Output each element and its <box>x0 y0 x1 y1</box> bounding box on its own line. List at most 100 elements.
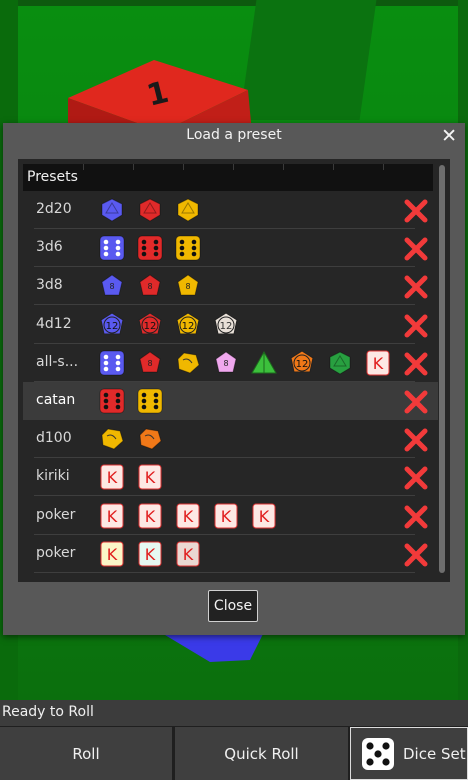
poker-die-icon: K <box>245 497 283 535</box>
delete-preset-button[interactable] <box>403 198 429 224</box>
poker-die-icon: K <box>131 497 169 535</box>
red-x-icon <box>404 237 428 261</box>
preset-row[interactable]: catan <box>23 382 438 420</box>
svg-text:8: 8 <box>223 359 228 368</box>
header-tick <box>133 164 134 170</box>
die-face-label: K <box>107 545 118 564</box>
preset-dice: KKK <box>93 535 207 573</box>
die-face-label: K <box>259 507 270 526</box>
d12-die-icon: 12 <box>207 306 245 344</box>
d12-die-icon: 12 <box>93 306 131 344</box>
preset-row[interactable]: kiriki K K <box>23 458 433 497</box>
preset-row[interactable]: all-s... 8 8 12 K <box>23 344 433 382</box>
die-face-label: 12 <box>182 321 195 332</box>
roll-button[interactable]: Roll <box>0 727 172 780</box>
preset-list-panel: Presets 2d20 3d6 3d8 8 8 8 4d12 12 12 12 12 all-s..… <box>18 159 450 582</box>
preset-row[interactable]: 4d12 12 12 12 12 <box>23 306 433 344</box>
die-face-label: K <box>107 468 118 487</box>
status-text: Ready to Roll <box>2 704 94 720</box>
quick-roll-button[interactable]: Quick Roll <box>175 727 348 780</box>
svg-text:8: 8 <box>147 282 152 291</box>
header-tick <box>283 164 284 170</box>
dialog-title: Load a preset <box>186 127 282 143</box>
header-tick <box>83 164 84 170</box>
delete-preset-button[interactable] <box>403 389 429 415</box>
red-x-icon <box>404 505 428 529</box>
delete-preset-button[interactable] <box>403 427 429 453</box>
poker-die-icon: K <box>131 535 169 573</box>
poker-die-icon: K <box>359 344 397 382</box>
delete-preset-button[interactable] <box>403 274 429 300</box>
die-face-label: K <box>145 545 156 564</box>
die-face-label: K <box>183 545 194 564</box>
red-x-icon <box>404 466 428 490</box>
red-x-icon <box>404 390 428 414</box>
header-tick <box>383 164 384 170</box>
poker-die-icon: K <box>169 497 207 535</box>
preset-row[interactable]: 3d6 <box>23 229 433 268</box>
die-face-label: 12 <box>296 359 309 370</box>
d12-die-icon: 12 <box>169 306 207 344</box>
roll-button-label: Roll <box>72 744 100 763</box>
d20-die-icon <box>131 191 169 229</box>
preset-dice: KKKKK <box>93 497 283 535</box>
presets-list-header: Presets <box>23 164 433 191</box>
close-icon[interactable]: ✕ <box>441 125 457 147</box>
d6-die-icon <box>169 229 207 267</box>
preset-name: catan <box>36 392 76 408</box>
die-face-label: K <box>145 507 156 526</box>
list-scrollbar[interactable] <box>439 165 445 573</box>
dice-set-button[interactable]: Dice Set <box>350 727 468 780</box>
delete-preset-button[interactable] <box>403 465 429 491</box>
d6-die-icon <box>131 229 169 267</box>
preset-row[interactable]: 3d8 8 8 8 <box>23 267 433 306</box>
delete-preset-button[interactable] <box>403 351 429 377</box>
preset-dice <box>93 382 169 420</box>
d6-die-icon <box>93 382 131 420</box>
preset-name: 4d12 <box>36 315 72 332</box>
preset-dice: 8 8 12 K <box>93 344 397 382</box>
poker-die-icon: K <box>169 535 207 573</box>
delete-preset-button[interactable] <box>403 236 429 262</box>
delete-preset-button[interactable] <box>403 504 429 530</box>
poker-die-icon: K <box>93 535 131 573</box>
poker-die-icon: K <box>131 458 169 496</box>
poker-die-icon: K <box>93 497 131 535</box>
preset-dice <box>93 229 207 267</box>
d10-die-icon <box>131 420 169 458</box>
red-x-icon <box>404 314 428 338</box>
delete-preset-button[interactable] <box>403 313 429 339</box>
d10-die-icon <box>169 344 207 382</box>
die-face-label: 12 <box>106 321 119 332</box>
dialog-header: Load a preset ✕ <box>3 123 465 149</box>
preset-dice <box>93 191 207 229</box>
load-preset-dialog: Load a preset ✕ Presets 2d20 3d6 3d8 8 8 8 4d1… <box>3 123 465 635</box>
svg-text:8: 8 <box>147 359 152 368</box>
die-face-label: K <box>221 507 232 526</box>
dice-set-button-label: Dice Set <box>403 744 466 763</box>
d8-die-icon: 8 <box>207 344 245 382</box>
d20-die-icon <box>93 191 131 229</box>
red-x-icon <box>404 275 428 299</box>
header-tick <box>233 164 234 170</box>
scene-top-edge <box>0 0 468 6</box>
d8-die-icon: 8 <box>169 267 207 305</box>
preset-row[interactable]: d100 <box>23 420 433 459</box>
d20-die-icon <box>321 344 359 382</box>
poker-die-icon: K <box>93 458 131 496</box>
die-face-label: 12 <box>220 321 233 332</box>
delete-preset-button[interactable] <box>403 542 429 568</box>
die-face-label: K <box>107 507 118 526</box>
status-bar: Ready to Roll <box>0 700 468 726</box>
preset-row[interactable]: poker K K K <box>23 535 433 573</box>
row-divider <box>34 571 415 573</box>
close-button[interactable]: Close <box>208 590 258 622</box>
header-tick <box>183 164 184 170</box>
d20-die-icon <box>169 191 207 229</box>
d12-die-icon: 12 <box>131 306 169 344</box>
bottom-toolbar: Roll Quick Roll Dice Set <box>0 726 468 780</box>
preset-row[interactable]: 2d20 <box>23 191 433 229</box>
preset-row[interactable]: poker K K K K K <box>23 497 433 535</box>
red-x-icon <box>404 352 428 376</box>
preset-name: poker <box>36 544 76 561</box>
